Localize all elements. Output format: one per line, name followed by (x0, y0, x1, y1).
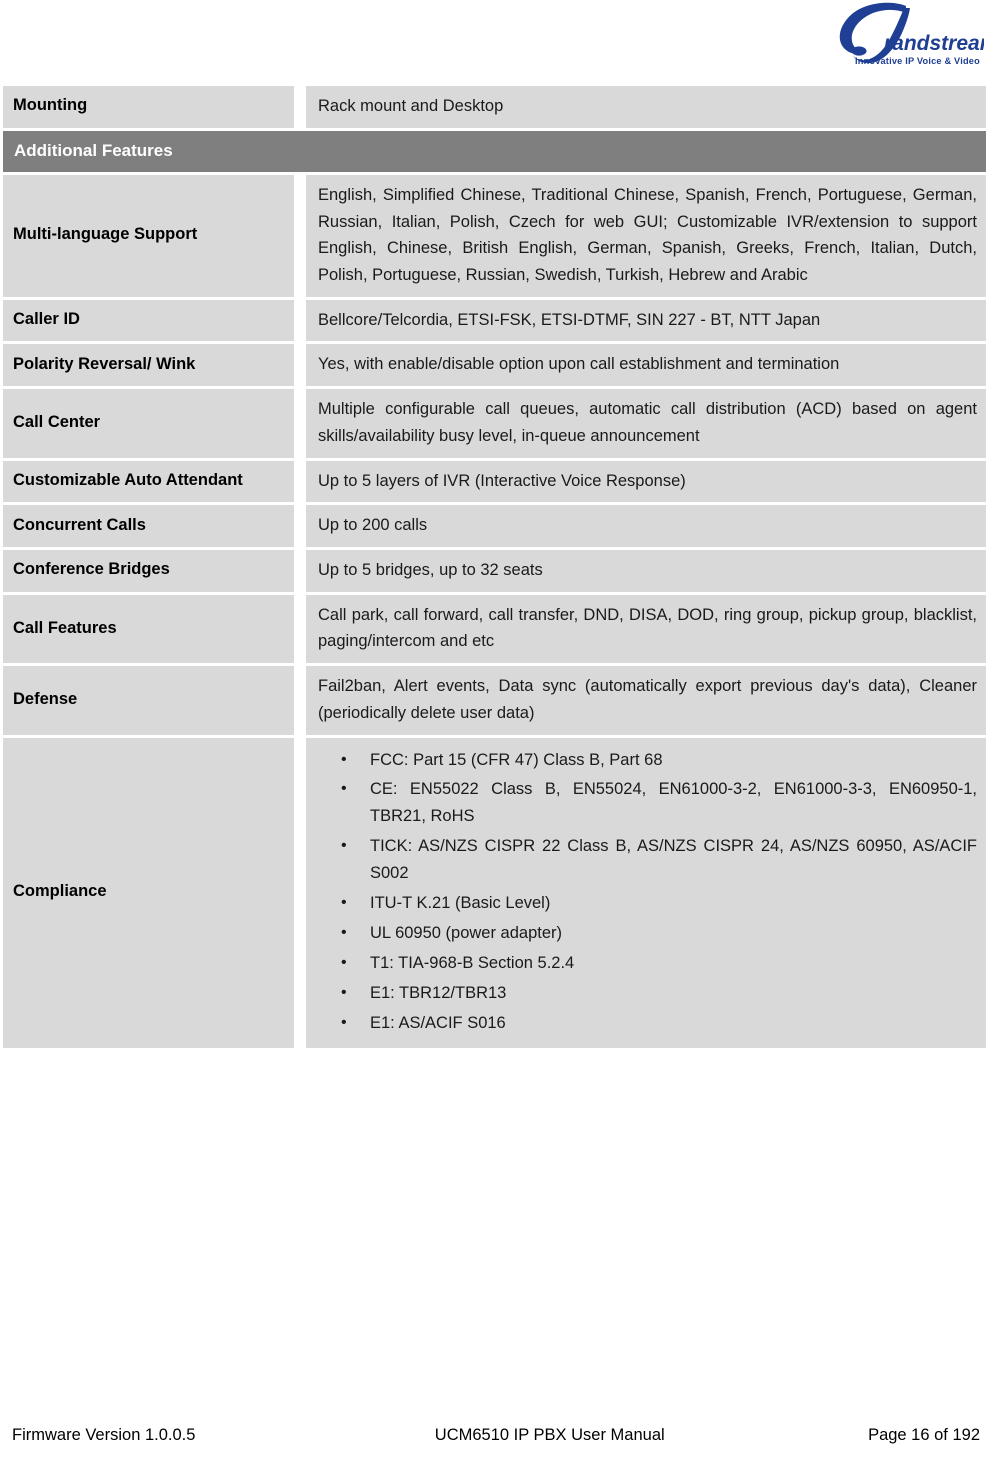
grandstream-logo: randstream Innovative IP Voice & Video (832, 2, 984, 70)
bullet-icon: • (341, 983, 347, 1001)
row-value-call-features: Call park, call forward, call transfer, … (306, 591, 986, 664)
row-value-customizable-auto-attendant: Up to 5 layers of IVR (Interactive Voice… (306, 457, 986, 503)
specifications-table-body: Mounting Rack mount and Desktop Addition… (3, 86, 986, 1048)
row-label-conference-bridges: Conference Bridges (3, 547, 306, 592)
table-row: Defense Fail2ban, Alert events, Data syn… (3, 663, 986, 735)
row-value-conference-bridges: Up to 5 bridges, up to 32 seats (306, 547, 986, 592)
table-row: Multi-language Support English, Simplifi… (3, 171, 986, 297)
bullet-icon: • (341, 837, 347, 855)
compliance-bullet-list: • FCC: Part 15 (CFR 47) Class B, Part 68… (318, 747, 977, 1037)
bullet-icon: • (341, 750, 347, 768)
table-row: Conference Bridges Up to 5 bridges, up t… (3, 547, 986, 592)
row-value-multi-language-support: English, Simplified Chinese, Traditional… (306, 171, 986, 297)
row-label-mounting: Mounting (3, 86, 306, 128)
row-value-polarity-reversal-wink: Yes, with enable/disable option upon cal… (306, 341, 986, 387)
list-item-label: T1: TIA-968-B Section 5.2.4 (370, 953, 575, 972)
bullet-icon: • (341, 894, 347, 912)
row-label-concurrent-calls: Concurrent Calls (3, 502, 306, 547)
list-item-label: E1: AS/ACIF S016 (370, 1013, 506, 1032)
list-item-label: TICK: AS/NZS CISPR 22 Class B, AS/NZS CI… (370, 837, 977, 883)
footer-firmware-version: Firmware Version 1.0.0.5 (12, 1426, 196, 1444)
specifications-table: Mounting Rack mount and Desktop Addition… (3, 86, 986, 1048)
footer-page-number: Page 16 of 192 (868, 1426, 980, 1444)
footer-manual-title: UCM6510 IP PBX User Manual (434, 1426, 665, 1444)
row-label-multi-language-support: Multi-language Support (3, 171, 306, 297)
table-row: Call Features Call park, call forward, c… (3, 591, 986, 664)
list-item-label: UL 60950 (power adapter) (370, 923, 563, 942)
table-row: Mounting Rack mount and Desktop (3, 86, 986, 128)
list-item: • CE: EN55022 Class B, EN55024, EN61000-… (318, 776, 977, 830)
list-item: • T1: TIA-968-B Section 5.2.4 (318, 950, 977, 977)
row-value-concurrent-calls: Up to 200 calls (306, 502, 986, 547)
table-row: Polarity Reversal/ Wink Yes, with enable… (3, 341, 986, 387)
list-item-label: ITU-T K.21 (Basic Level) (370, 894, 551, 913)
list-item: • UL 60950 (power adapter) (318, 920, 977, 947)
logo-wordmark-text: randstream (884, 32, 984, 55)
page-footer: Firmware Version 1.0.0.5 UCM6510 IP PBX … (0, 1406, 992, 1470)
row-value-defense: Fail2ban, Alert events, Data sync (autom… (306, 663, 986, 735)
list-item: • FCC: Part 15 (CFR 47) Class B, Part 68 (318, 747, 977, 774)
list-item: • E1: TBR12/TBR13 (318, 980, 977, 1007)
list-item-label: CE: EN55022 Class B, EN55024, EN61000-3-… (370, 780, 977, 826)
row-label-polarity-reversal-wink: Polarity Reversal/ Wink (3, 341, 306, 387)
row-label-call-features: Call Features (3, 591, 306, 664)
table-row: Concurrent Calls Up to 200 calls (3, 502, 986, 547)
bullet-icon: • (341, 1013, 347, 1031)
list-item: • TICK: AS/NZS CISPR 22 Class B, AS/NZS … (318, 833, 977, 887)
list-item-label: E1: TBR12/TBR13 (370, 983, 507, 1002)
table-row: Caller ID Bellcore/Telcordia, ETSI-FSK, … (3, 296, 986, 342)
table-row: Customizable Auto Attendant Up to 5 laye… (3, 457, 986, 503)
bullet-icon: • (341, 923, 347, 941)
section-header-additional-features: Additional Features (3, 127, 986, 172)
list-item-label: FCC: Part 15 (CFR 47) Class B, Part 68 (370, 750, 663, 769)
table-row: Compliance • FCC: Part 15 (CFR 47) Class… (3, 734, 986, 1048)
list-item: • E1: AS/ACIF S016 (318, 1010, 977, 1037)
section-header-row: Additional Features (3, 127, 986, 172)
row-value-call-center: Multiple configurable call queues, autom… (306, 386, 986, 458)
bullet-icon: • (341, 953, 347, 971)
row-label-defense: Defense (3, 663, 306, 735)
page-header: randstream Innovative IP Voice & Video (0, 0, 992, 78)
grandstream-logo-icon: randstream Innovative IP Voice & Video (839, 2, 984, 66)
row-value-caller-id: Bellcore/Telcordia, ETSI-FSK, ETSI-DTMF,… (306, 296, 986, 342)
row-value-mounting: Rack mount and Desktop (306, 86, 986, 128)
logo-tagline-text: Innovative IP Voice & Video (855, 56, 980, 66)
row-value-compliance: • FCC: Part 15 (CFR 47) Class B, Part 68… (306, 734, 986, 1048)
row-label-customizable-auto-attendant: Customizable Auto Attendant (3, 457, 306, 503)
row-label-call-center: Call Center (3, 386, 306, 458)
row-label-compliance: Compliance (3, 734, 306, 1048)
bullet-icon: • (341, 780, 347, 798)
row-label-caller-id: Caller ID (3, 296, 306, 342)
list-item: • ITU-T K.21 (Basic Level) (318, 890, 977, 917)
table-row: Call Center Multiple configurable call q… (3, 386, 986, 458)
